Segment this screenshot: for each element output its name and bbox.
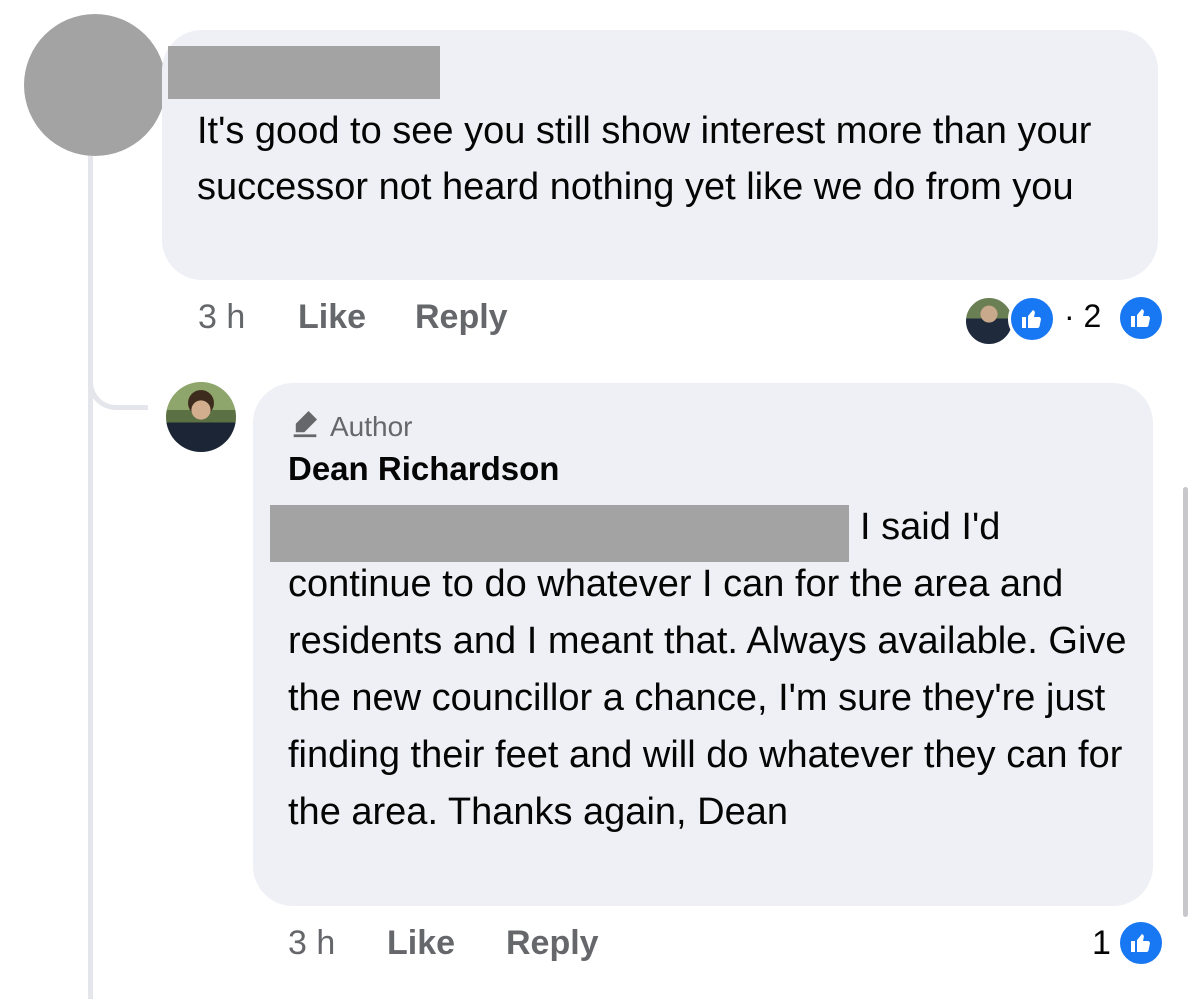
reply-timestamp[interactable]: 3 h — [288, 924, 335, 963]
thread-line — [88, 150, 93, 999]
reply-text: I said I'd continue to do whatever I can… — [288, 499, 1128, 841]
commenter-avatar-redacted[interactable] — [24, 14, 166, 156]
reply-body: I said I'd continue to do whatever I can… — [288, 506, 1127, 833]
comment-like-count-icon[interactable] — [1117, 294, 1165, 342]
reply-like-button[interactable]: Like — [387, 924, 455, 962]
author-badge-label: Author — [330, 410, 413, 442]
commenter-name-redacted[interactable] — [168, 46, 440, 99]
reply-reaction-count[interactable]: 1 — [1092, 924, 1111, 963]
reply-author-avatar[interactable] — [166, 382, 236, 452]
like-icon — [1117, 294, 1165, 342]
reactor-avatar — [964, 296, 1014, 346]
reply-like-count-icon[interactable] — [1117, 919, 1165, 967]
like-icon — [1117, 919, 1165, 967]
comment-reply-button[interactable]: Reply — [415, 298, 508, 336]
reaction-summary[interactable]: · 2 — [1064, 298, 1101, 335]
reply-reply-button[interactable]: Reply — [506, 924, 599, 962]
reply-author-name[interactable]: Dean Richardson — [288, 450, 559, 488]
pen-icon — [288, 406, 322, 447]
reply-connector — [88, 340, 148, 410]
scrollbar[interactable] — [1183, 487, 1188, 917]
comment-text: It's good to see you still show interest… — [197, 110, 1092, 208]
comment-like-button[interactable]: Like — [298, 298, 366, 336]
author-badge: Author — [288, 406, 413, 447]
reaction-like-icon — [1008, 295, 1056, 343]
like-icon — [1008, 295, 1056, 343]
comment-timestamp[interactable]: 3 h — [198, 298, 245, 337]
